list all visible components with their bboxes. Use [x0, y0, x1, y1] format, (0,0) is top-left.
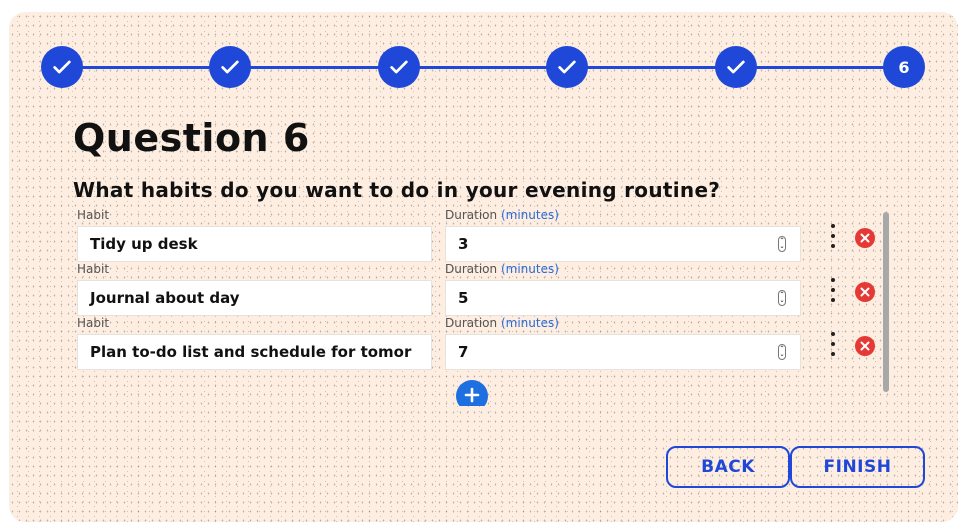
check-icon — [390, 60, 408, 74]
spinner-down-icon[interactable]: ⌄ — [779, 298, 784, 304]
row-menu-icon[interactable] — [829, 332, 837, 356]
step-3-complete[interactable] — [378, 46, 420, 88]
check-icon — [558, 60, 576, 74]
step-2-complete[interactable] — [209, 46, 251, 88]
habit-row: Habit Duration (minutes) Journal about d… — [75, 262, 895, 316]
duration-input[interactable]: 3 ⌃ ⌄ — [445, 226, 801, 262]
duration-label: Duration (minutes) — [445, 316, 559, 330]
check-icon — [727, 60, 745, 74]
number-spinner[interactable]: ⌃ ⌄ — [778, 290, 786, 306]
close-icon — [860, 287, 870, 297]
step-1-complete[interactable] — [41, 46, 83, 88]
remove-row-button[interactable] — [855, 336, 875, 356]
close-icon — [860, 233, 870, 243]
habit-row: Habit Duration (minutes) Plan to-do list… — [75, 316, 895, 370]
duration-label-text: Duration — [445, 208, 498, 222]
duration-input[interactable]: 7 ⌃ ⌄ — [445, 334, 801, 370]
question-prompt: What habits do you want to do in your ev… — [73, 178, 721, 202]
habit-label: Habit — [77, 208, 110, 222]
close-icon — [860, 341, 870, 351]
stepper-line — [61, 66, 905, 69]
add-habit-button[interactable] — [456, 380, 488, 406]
progress-stepper: 6 — [41, 46, 925, 90]
number-spinner[interactable]: ⌃ ⌄ — [778, 236, 786, 252]
duration-value: 5 — [458, 289, 469, 307]
duration-label: Duration (minutes) — [445, 262, 559, 276]
remove-row-button[interactable] — [855, 282, 875, 302]
duration-unit: (minutes) — [500, 262, 559, 276]
back-button[interactable]: BACK — [666, 446, 790, 488]
finish-button[interactable]: FINISH — [790, 446, 925, 488]
habit-input[interactable]: Journal about day — [77, 280, 432, 316]
habit-row: Habit Duration (minutes) Tidy up desk 3 ⌃… — [75, 208, 895, 262]
duration-unit: (minutes) — [500, 316, 559, 330]
habit-label: Habit — [77, 262, 110, 276]
duration-input[interactable]: 5 ⌃ ⌄ — [445, 280, 801, 316]
scrollbar-thumb[interactable] — [883, 212, 889, 392]
number-spinner[interactable]: ⌃ ⌄ — [778, 344, 786, 360]
duration-unit: (minutes) — [500, 208, 559, 222]
spinner-down-icon[interactable]: ⌄ — [779, 352, 784, 358]
plus-icon — [464, 387, 480, 403]
remove-row-button[interactable] — [855, 228, 875, 248]
step-5-complete[interactable] — [715, 46, 757, 88]
step-6-current[interactable]: 6 — [883, 46, 925, 88]
duration-label: Duration (minutes) — [445, 208, 559, 222]
row-menu-icon[interactable] — [829, 278, 837, 302]
duration-value: 7 — [458, 343, 469, 361]
check-icon — [53, 60, 71, 74]
spinner-down-icon[interactable]: ⌄ — [779, 244, 784, 250]
habit-label: Habit — [77, 316, 110, 330]
duration-label-text: Duration — [445, 262, 498, 276]
check-icon — [221, 60, 239, 74]
step-4-complete[interactable] — [546, 46, 588, 88]
row-menu-icon[interactable] — [829, 224, 837, 248]
question-card: 6 Question 6 What habits do you want to … — [9, 12, 958, 522]
duration-label-text: Duration — [445, 316, 498, 330]
question-title: Question 6 — [73, 116, 310, 160]
habit-input[interactable]: Tidy up desk — [77, 226, 432, 262]
duration-value: 3 — [458, 235, 469, 253]
habit-input[interactable]: Plan to-do list and schedule for tomor — [77, 334, 432, 370]
habit-list: Habit Duration (minutes) Tidy up desk 3 ⌃… — [75, 208, 895, 408]
